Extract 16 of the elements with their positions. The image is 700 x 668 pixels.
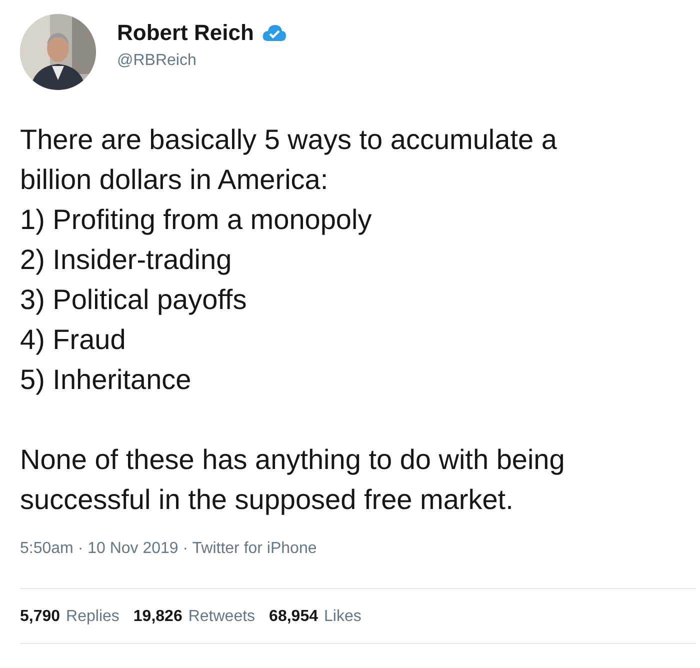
tweet-timestamp: 5:50am · 10 Nov 2019 · Twitter for iPhone — [20, 540, 318, 558]
list-item: 5) Inheritance — [20, 363, 192, 397]
stat-label: Replies — [66, 607, 120, 627]
stat-label: Likes — [324, 607, 362, 627]
stat-count: 19,826 — [133, 607, 182, 627]
stat-label: Retweets — [188, 607, 256, 627]
list-item: 2) Insider-trading — [20, 243, 233, 277]
author-handle: @RBReich — [117, 52, 198, 70]
tweet-text: None of these has anything to do with being successful in the supposed free market. — [20, 443, 566, 517]
stat-count: 5,790 — [20, 607, 60, 627]
list-item: 1) Profiting from a monopoly — [20, 203, 373, 237]
list-item: 3) Political payoffs — [20, 283, 248, 317]
author-name: Robert Reich — [117, 20, 254, 46]
stat-count: 68,954 — [269, 607, 318, 627]
list-item: 4) Fraud — [20, 323, 127, 357]
tweet-text: There are basically 5 ways to accumulate a billion dollars in America: — [20, 123, 558, 197]
